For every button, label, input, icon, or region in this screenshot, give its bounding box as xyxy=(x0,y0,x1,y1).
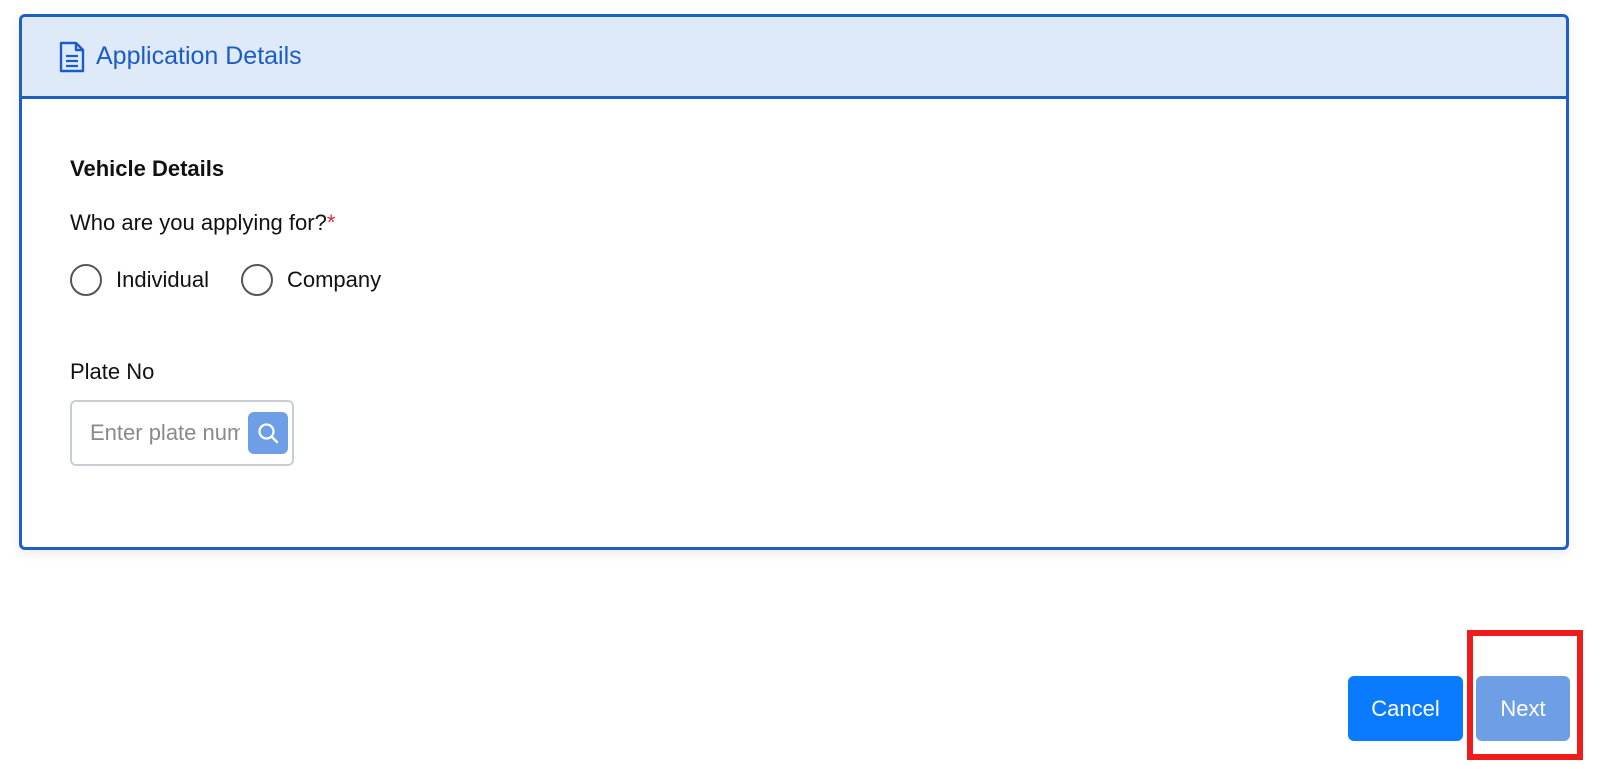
radio-individual[interactable] xyxy=(70,264,102,296)
radio-option-company[interactable]: Company xyxy=(240,264,382,296)
plate-no-field xyxy=(70,400,294,466)
card-title: Application Details xyxy=(96,42,302,70)
radio-option-individual[interactable]: Individual xyxy=(70,264,209,296)
plate-no-label: Plate No xyxy=(70,359,155,384)
section-title: Vehicle Details xyxy=(70,156,225,181)
application-details-card: Application Details Vehicle Details Who … xyxy=(19,14,1569,550)
plate-no-input[interactable] xyxy=(90,420,240,446)
radio-label-company: Company xyxy=(286,267,382,292)
required-mark: * xyxy=(326,210,336,235)
question-text: Who are you applying for? xyxy=(70,210,327,235)
next-button[interactable]: Next xyxy=(1476,676,1570,741)
applicant-type-radio-group: Individual Company xyxy=(70,264,413,296)
document-icon xyxy=(58,41,86,73)
plate-search-button[interactable] xyxy=(248,412,288,454)
radio-company[interactable] xyxy=(240,264,273,296)
card-header: Application Details xyxy=(22,17,1566,99)
radio-label-individual: Individual xyxy=(116,267,209,292)
cancel-button[interactable]: Cancel xyxy=(1348,676,1463,741)
applicant-type-question: Who are you applying for?* xyxy=(70,210,335,236)
search-icon xyxy=(258,423,279,444)
